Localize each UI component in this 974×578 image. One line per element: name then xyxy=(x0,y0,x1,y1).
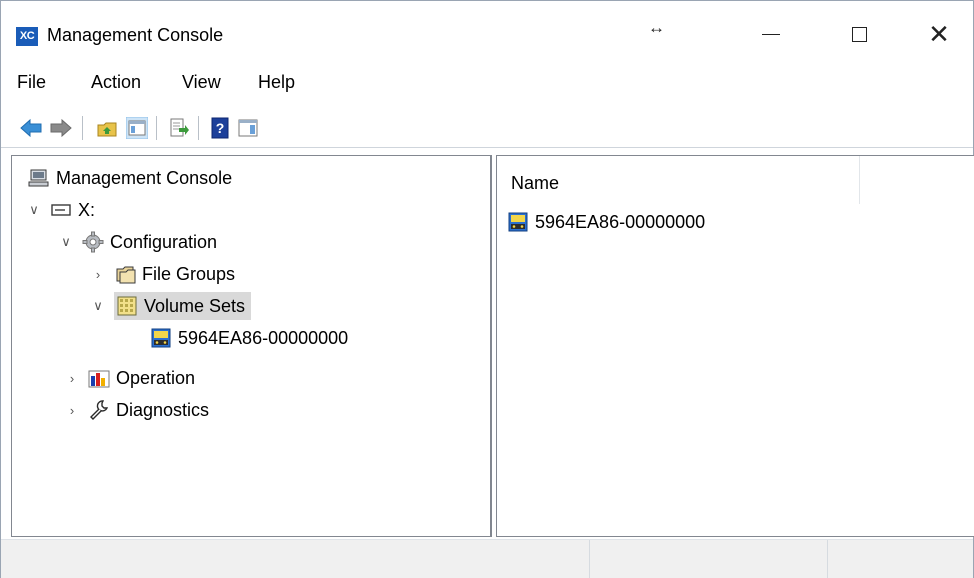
tree-label-file-groups: File Groups xyxy=(142,263,236,284)
volume-icon xyxy=(507,211,529,233)
menu-action[interactable]: Action xyxy=(91,65,141,93)
tree-item-operation[interactable]: › Operation xyxy=(64,364,195,392)
forward-button[interactable] xyxy=(49,117,72,139)
tree-item-root[interactable]: Management Console xyxy=(28,164,232,192)
tree-selection-highlight: Volume Sets xyxy=(114,292,252,320)
toolbar-separator xyxy=(156,116,157,140)
status-divider xyxy=(827,540,828,578)
tree-label-operation: Operation xyxy=(116,367,196,388)
chevron-down-icon[interactable]: ∨ xyxy=(90,298,106,314)
resize-indicator-icon: ↔ xyxy=(648,18,665,37)
computer-icon xyxy=(28,167,50,189)
tree-item-diagnostics[interactable]: › Diagnostics xyxy=(64,396,209,424)
console-tree-pane[interactable]: Management Console ∨ X: ∨ Configuration … xyxy=(11,155,492,537)
drive-icon xyxy=(50,199,72,221)
status-divider xyxy=(589,540,590,578)
back-button[interactable] xyxy=(19,117,42,139)
tree-label-root: Management Console xyxy=(56,167,233,188)
list-item-label: 5964EA86-00000000 xyxy=(535,211,706,232)
console-tree-icon xyxy=(125,116,149,140)
tree-label-diagnostics: Diagnostics xyxy=(116,399,210,420)
gear-icon xyxy=(82,231,104,253)
svg-text:?: ? xyxy=(216,120,225,136)
back-arrow-icon xyxy=(20,118,42,138)
up-level-button[interactable] xyxy=(96,117,118,139)
toolbar-separator xyxy=(82,116,83,140)
toolbar: ? xyxy=(1,105,973,148)
status-bar xyxy=(1,539,973,578)
tree-label-volume: 5964EA86-00000000 xyxy=(178,327,349,348)
maximize-icon xyxy=(851,26,867,42)
column-header-label: Name xyxy=(511,173,560,193)
chevron-down-icon[interactable]: ∨ xyxy=(58,234,74,250)
minimize-icon xyxy=(762,33,780,35)
menu-view[interactable]: View xyxy=(182,65,221,93)
app-window: XC Management Console ↔ ✕ File Action Vi… xyxy=(0,0,974,578)
menu-file[interactable]: File xyxy=(17,65,46,93)
export-list-icon xyxy=(170,118,189,137)
menu-help[interactable]: Help xyxy=(258,65,295,93)
wrench-icon xyxy=(88,399,110,421)
show-hide-action-pane-button[interactable] xyxy=(237,117,259,139)
maximize-button[interactable] xyxy=(829,9,889,59)
tree-item-volume-sets[interactable]: ∨ Volume Sets xyxy=(90,292,252,320)
action-pane-icon xyxy=(238,119,258,137)
tree-item-configuration[interactable]: ∨ Configuration xyxy=(58,228,217,256)
chevron-right-icon[interactable]: › xyxy=(64,403,80,418)
help-icon: ? xyxy=(211,117,229,139)
menu-bar: File Action View Help xyxy=(1,65,973,97)
toolbar-separator xyxy=(198,116,199,140)
folder-up-icon xyxy=(97,122,117,137)
tree-item-drive[interactable]: ∨ X: xyxy=(26,196,95,224)
forward-arrow-icon xyxy=(50,118,72,138)
minimize-button[interactable] xyxy=(741,9,801,59)
bar-chart-icon xyxy=(88,367,110,389)
chevron-down-icon[interactable]: ∨ xyxy=(26,202,42,218)
tree-label-volume-sets: Volume Sets xyxy=(144,295,246,316)
close-icon: ✕ xyxy=(928,19,950,49)
export-list-button[interactable] xyxy=(168,117,190,139)
chevron-right-icon[interactable]: › xyxy=(90,267,106,282)
volume-sets-icon xyxy=(116,295,138,317)
close-button[interactable]: ✕ xyxy=(909,9,969,59)
window-title: Management Console xyxy=(47,25,224,45)
tree-item-file-groups[interactable]: › File Groups xyxy=(90,260,235,288)
result-list-pane[interactable]: Name 5964EA86-00000000 xyxy=(496,155,974,537)
column-header-name[interactable]: Name xyxy=(497,156,860,204)
list-item[interactable]: 5964EA86-00000000 xyxy=(507,208,705,236)
tree-label-configuration: Configuration xyxy=(110,231,218,252)
show-hide-tree-button[interactable] xyxy=(125,116,149,140)
help-button[interactable]: ? xyxy=(209,117,231,139)
chevron-right-icon[interactable]: › xyxy=(64,371,80,386)
volume-icon xyxy=(150,327,172,349)
title-bar[interactable]: XC Management Console ↔ ✕ xyxy=(1,1,973,59)
tree-item-volume[interactable]: 5964EA86-00000000 xyxy=(150,324,348,352)
app-logo-icon[interactable]: XC xyxy=(16,27,38,46)
file-groups-icon xyxy=(114,263,136,285)
tree-label-drive: X: xyxy=(78,199,96,220)
